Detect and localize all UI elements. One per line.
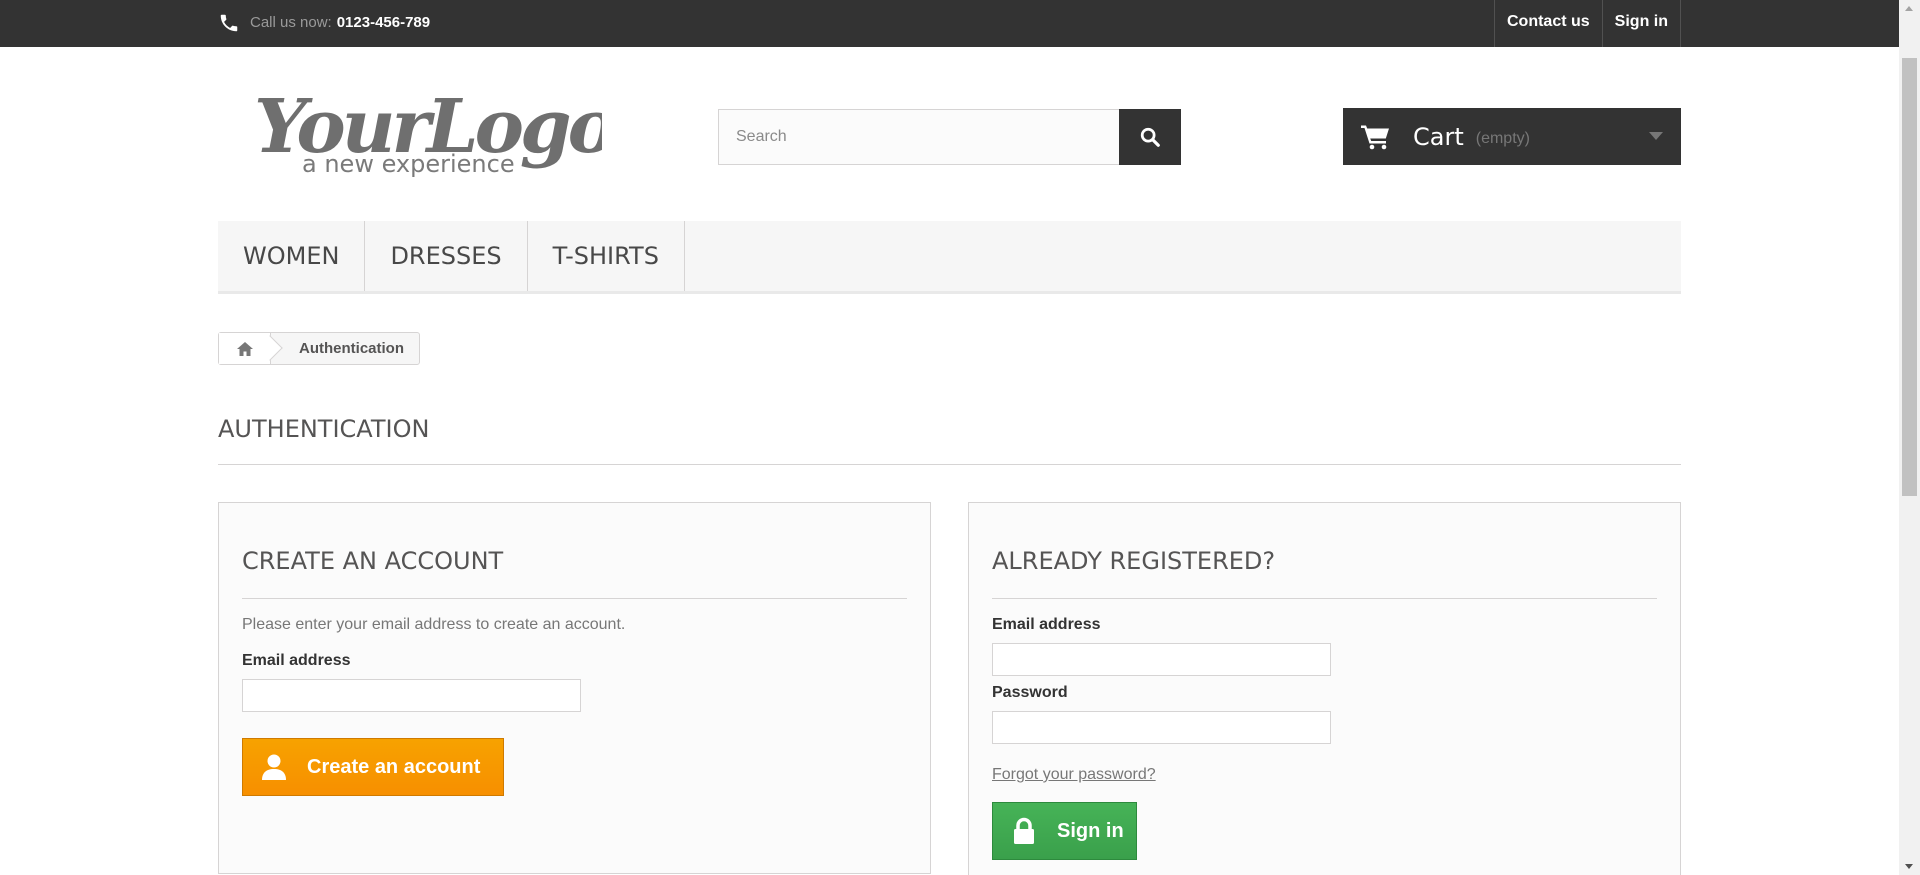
password-label: Password [992, 684, 1068, 701]
shopping-cart-icon [1361, 125, 1389, 149]
menu-item-dresses[interactable]: DRESSES [365, 221, 528, 291]
search-bar [718, 109, 1181, 165]
password-field[interactable] [992, 711, 1331, 744]
sign-in-link[interactable]: Sign in [1601, 0, 1681, 47]
sign-in-button[interactable]: Sign in [992, 802, 1137, 860]
forgot-password-link[interactable]: Forgot your password? [992, 766, 1156, 784]
main-menu: WOMEN DRESSES T-SHIRTS [218, 221, 1681, 294]
create-email-field[interactable] [242, 679, 581, 712]
page-scrollbar[interactable] [1899, 0, 1920, 875]
login-box: ALREADY REGISTERED? Email address Passwo… [968, 502, 1681, 875]
home-icon [236, 341, 253, 356]
search-icon [1140, 127, 1160, 147]
create-account-box: CREATE AN ACCOUNT Please enter your emai… [218, 502, 931, 874]
svg-text:a new experience: a new experience [302, 150, 515, 178]
menu-item-tshirts[interactable]: T-SHIRTS [528, 221, 685, 291]
call-us: Call us now: 0123-456-789 [218, 10, 430, 36]
create-email-label: Email address [242, 652, 351, 669]
login-title: ALREADY REGISTERED? [992, 541, 1657, 599]
scrollbar-thumb[interactable] [1902, 58, 1917, 496]
create-account-button-label: Create an account [307, 755, 481, 778]
sign-in-button-label: Sign in [1057, 819, 1124, 842]
menu-item-women[interactable]: WOMEN [218, 221, 366, 291]
user-icon [262, 754, 286, 780]
phone-icon [220, 14, 238, 32]
breadcrumb: Authentication [218, 332, 420, 365]
chevron-down-icon [1649, 132, 1663, 140]
login-email-label: Email address [992, 616, 1101, 633]
search-input[interactable] [718, 109, 1119, 165]
scroll-down-icon[interactable] [1905, 864, 1913, 869]
breadcrumb-home[interactable] [219, 333, 271, 364]
breadcrumb-current: Authentication [299, 340, 404, 357]
page-title: AUTHENTICATION [218, 413, 1681, 465]
cart-label: Cart [1413, 122, 1464, 151]
top-bar-inner: Call us now: 0123-456-789 Contact us Sig… [218, 0, 1681, 47]
search-button[interactable] [1119, 109, 1181, 165]
create-account-help: Please enter your email address to creat… [242, 616, 626, 633]
scroll-up-icon[interactable] [1905, 6, 1913, 11]
top-bar: Call us now: 0123-456-789 Contact us Sig… [0, 0, 1899, 47]
phone-number: 0123-456-789 [336, 14, 431, 31]
contact-us-link[interactable]: Contact us [1494, 0, 1602, 47]
create-account-title: CREATE AN ACCOUNT [242, 541, 907, 599]
cart-button[interactable]: Cart (empty) [1343, 108, 1681, 165]
login-email-field[interactable] [992, 643, 1331, 676]
site-logo[interactable]: YourLogo a new experience [250, 74, 602, 178]
call-label: Call us now: [250, 14, 332, 31]
lock-icon [1014, 817, 1034, 844]
create-account-button[interactable]: Create an account [242, 738, 504, 796]
top-links: Contact us Sign in [1494, 0, 1681, 47]
cart-status: (empty) [1475, 129, 1530, 147]
